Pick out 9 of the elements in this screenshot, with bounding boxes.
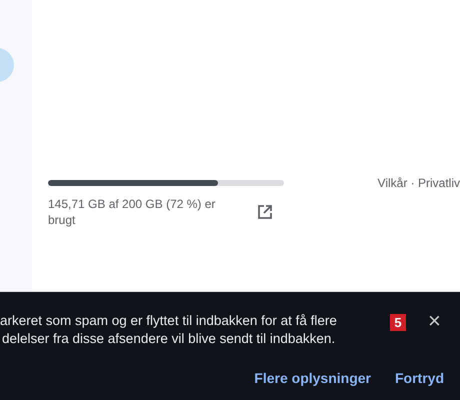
close-button[interactable]: ×: [428, 312, 441, 330]
action-link[interactable]: Flere oplysninger: [254, 370, 371, 386]
external-link-icon[interactable]: [258, 205, 272, 219]
footer-links[interactable]: Vilkår · Privatliv: [378, 176, 460, 190]
action-link[interactable]: Fortryd: [395, 370, 444, 386]
storage-text: 145,71 GB af 200 GB (72 %) er brugt: [48, 196, 216, 228]
snackbar-message: arkeret som spam og er flyttet til indbakken for at få flere: [0, 312, 338, 330]
number-badge: 5: [390, 314, 406, 331]
snackbar-message: delelser fra disse afsendere vil blive sendt til indbakken.: [1, 330, 336, 348]
